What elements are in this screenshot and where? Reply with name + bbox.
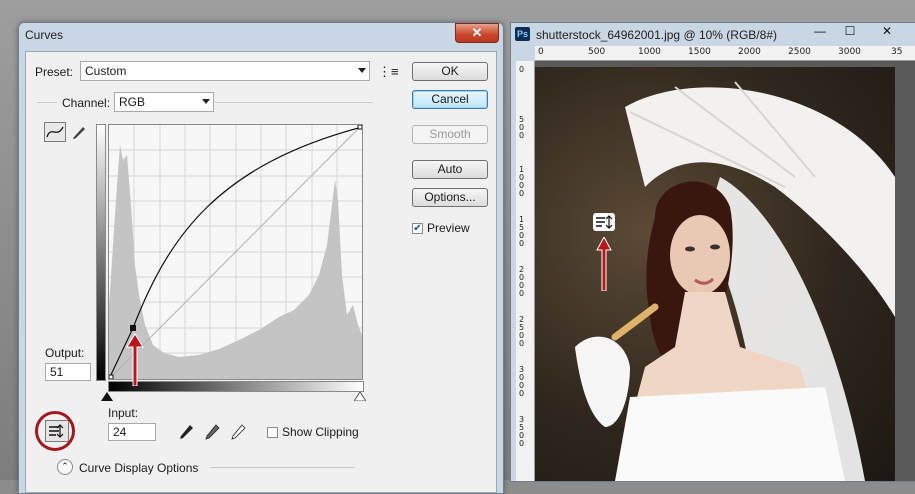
smooth-button[interactable]: Smooth [412,125,488,144]
chevron-down-icon [202,99,210,104]
curve-point-start[interactable] [108,374,114,380]
ruler-label: 1 5 0 0 [519,215,525,248]
chevron-down-icon [358,68,366,73]
pencil-icon [73,127,85,139]
maximize-button[interactable]: ☐ [838,23,862,40]
curve-graph-svg [108,124,363,380]
preset-label: Preset: [35,65,74,79]
preview-checkbox[interactable]: ✔ [412,223,423,234]
ruler-label: 2500 [788,47,811,57]
channel-label: Channel: [62,96,111,110]
options-divider [210,467,355,468]
white-point-slider-icon[interactable] [354,392,366,401]
photo-image[interactable] [535,67,895,481]
curve-point-tool-button[interactable] [44,122,66,142]
vertical-ruler: 0 5 0 0 1 0 0 0 1 5 0 0 2 0 0 0 2 5 0 0 … [516,61,535,481]
ruler-label: 1500 [688,47,711,57]
output-input[interactable]: 51 [45,363,91,381]
ruler-label: 1000 [638,47,661,57]
expand-options-icon[interactable]: ⌃ [57,459,73,475]
minimize-button[interactable]: — [808,23,832,40]
ruler-label: 500 [588,47,606,57]
curve-point-selected[interactable] [130,325,136,331]
cancel-button[interactable]: Cancel [412,90,488,109]
channel-value: RGB [119,95,146,109]
dialog-close-button[interactable]: ✕ [455,23,499,43]
input-input[interactable]: 24 [108,423,156,441]
curve-point-icon [46,126,64,138]
pencil-tool-button[interactable] [71,124,87,143]
bride-photo-illustration [575,81,895,481]
options-button[interactable]: Options... [412,188,488,207]
curve-graph[interactable] [108,124,363,380]
ruler-label: 2000 [738,47,761,57]
annotation-arrow-curves [126,334,144,386]
ruler-label: 0 [538,47,544,57]
preview-label: Preview [427,221,470,235]
white-eyedropper-icon[interactable] [230,423,246,441]
ruler-label: 2 0 0 0 [519,265,525,298]
auto-button[interactable]: Auto [412,160,488,179]
preset-value: Custom [85,64,127,78]
preset-select[interactable]: Custom [80,61,370,81]
channel-group-line-left [37,102,57,103]
black-point-slider-icon[interactable] [101,392,113,401]
ruler-label: 35 [891,47,903,57]
window-close-button[interactable]: ✕ [875,23,899,40]
canvas-area[interactable] [535,61,915,481]
channel-select[interactable]: RGB [114,92,214,112]
ruler-label: 2 5 0 0 [519,315,525,348]
channel-group-line-right [215,102,373,103]
ok-button[interactable]: OK [412,62,488,81]
document-title: shutterstock_64962001.jpg @ 10% (RGB/8#) [536,28,777,42]
gray-eyedropper-icon[interactable] [204,423,220,441]
preset-options-icon[interactable]: ⋮≡ [378,64,399,80]
horizontal-ruler: 0 500 1000 1500 2000 2500 3000 35 [535,46,915,61]
black-eyedropper-icon[interactable] [178,423,194,441]
ruler-label: 3000 [838,47,861,57]
dialog-title: Curves [25,28,64,42]
on-image-adjust-cursor-icon [593,213,615,231]
ruler-label: 0 [519,65,525,74]
ruler-label: 3 5 0 0 [519,415,525,448]
show-clipping-label: Show Clipping [282,425,359,439]
ruler-label: 5 0 0 [519,115,525,140]
curve-display-options-label[interactable]: Curve Display Options [79,461,198,475]
ruler-label: 3 0 0 0 [519,365,525,398]
photoshop-icon: Ps [515,27,530,41]
show-clipping-checkbox[interactable] [267,427,278,438]
output-label: Output: [45,346,85,360]
document-window: Ps shutterstock_64962001.jpg @ 10% (RGB/… [510,22,915,482]
ruler-label: 1 0 0 0 [519,165,525,198]
annotation-arrow-image [596,237,612,291]
output-gradient-bar [96,124,106,381]
input-label: Input: [108,406,139,420]
annotation-circle [35,411,75,451]
input-gradient-bar [108,381,364,392]
curve-point-end[interactable] [357,124,363,130]
